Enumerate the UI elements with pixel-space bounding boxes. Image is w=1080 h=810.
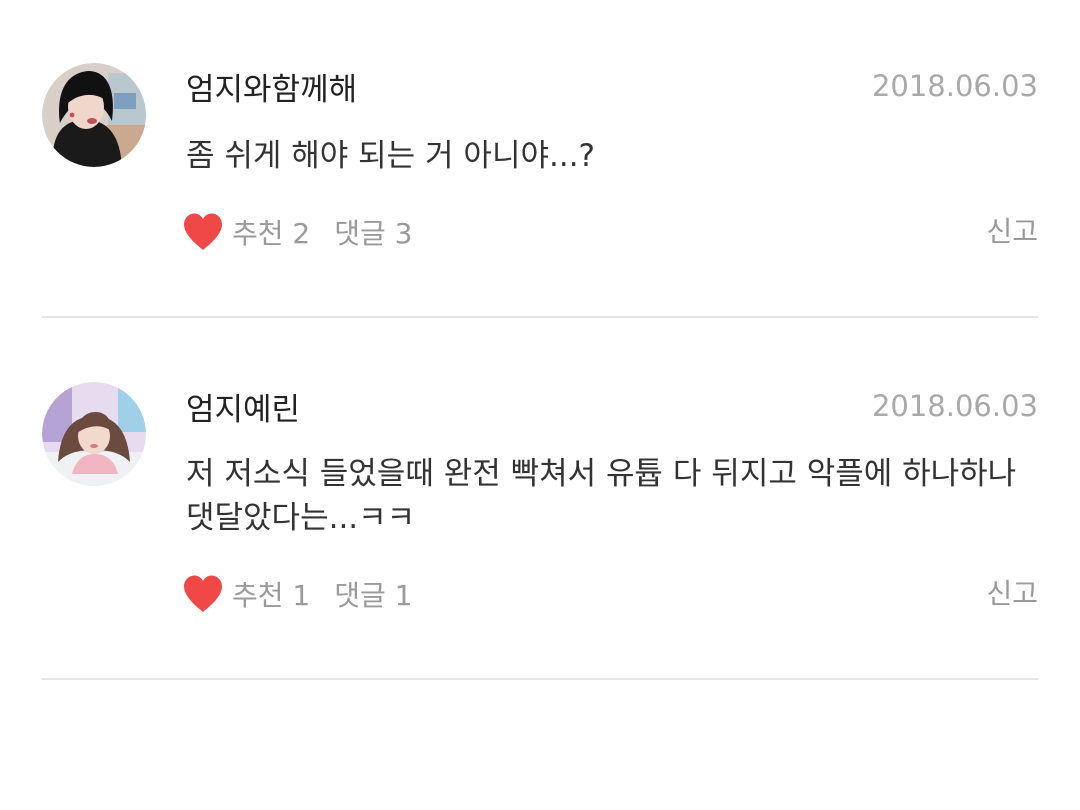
comment-actions: 추천 1 댓글 1	[182, 574, 413, 614]
heart-icon[interactable]	[182, 574, 224, 614]
comment-author[interactable]: 엄지와함께해	[186, 70, 357, 110]
comment-date: 2018.06.03	[871, 389, 1038, 423]
comment-item: 엄지와함께해 2018.06.03 좀 쉬게 해야 되는 거 아니야...? 추…	[42, 0, 1038, 318]
like-count[interactable]: 추천 1	[232, 574, 310, 614]
like-count[interactable]: 추천 2	[232, 212, 310, 252]
comment-actions: 추천 2 댓글 3	[182, 212, 413, 252]
reply-count[interactable]: 댓글 1	[334, 574, 412, 614]
heart-icon[interactable]	[182, 212, 224, 252]
comment-text: 저 저소식 들었을때 완전 빡쳐서 유튭 다 뒤지고 악플에 하나하나 댓달았다…	[186, 456, 1017, 536]
profile-photo-avatar	[42, 63, 146, 167]
reply-count[interactable]: 댓글 3	[334, 212, 412, 252]
divider	[42, 316, 1038, 318]
comment-text: 좀 쉬게 해야 되는 거 아니야...?	[186, 138, 596, 174]
avatar[interactable]	[42, 382, 146, 486]
comment-item: 엄지예린 2018.06.03 저 저소식 들었을때 완전 빡쳐서 유튭 다 뒤…	[42, 320, 1038, 680]
report-button[interactable]: 신고	[986, 212, 1038, 252]
divider	[42, 678, 1038, 680]
avatar[interactable]	[42, 63, 146, 167]
comment-date: 2018.06.03	[871, 69, 1038, 103]
comment-author[interactable]: 엄지예린	[186, 390, 300, 430]
profile-photo-avatar	[42, 382, 146, 486]
report-button[interactable]: 신고	[986, 574, 1038, 614]
